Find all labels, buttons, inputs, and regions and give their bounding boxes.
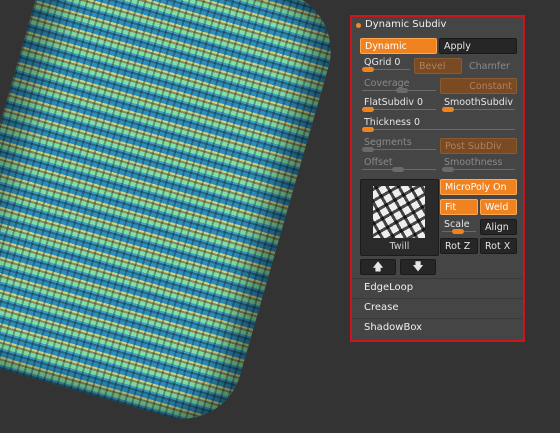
dynamic-button[interactable]: Dynamic <box>360 38 437 54</box>
qgrid-knob[interactable] <box>362 67 374 72</box>
panel-header[interactable]: Dynamic Subdiv <box>352 17 523 35</box>
offset-label: Offset <box>364 157 393 168</box>
chamfer-button[interactable]: Chamfer <box>464 58 517 74</box>
segments-knob[interactable] <box>362 147 374 152</box>
micropoly-on-button[interactable]: MicroPoly On <box>440 179 517 195</box>
section-shadowbox[interactable]: ShadowBox <box>352 319 523 337</box>
smoothsubdiv-label: SmoothSubdiv <box>444 97 514 108</box>
flatsubdiv-label: FlatSubdiv 0 <box>364 97 424 108</box>
arrow-up-button[interactable]: 🡅 <box>360 259 396 275</box>
post-subdiv-button[interactable]: Post SubDiv <box>440 138 517 154</box>
coverage-slider[interactable]: Coverage <box>360 78 438 94</box>
thickness-knob[interactable] <box>362 127 374 132</box>
section-shadowbox-label: ShadowBox <box>364 322 423 333</box>
smoothness-knob[interactable] <box>442 167 454 172</box>
dynamic-subdiv-panel: Dynamic Subdiv Dynamic Apply QGrid 0 Bev… <box>350 15 525 342</box>
constant-button[interactable]: Constant <box>440 78 517 94</box>
twill-pattern-image <box>373 186 425 238</box>
smoothsubdiv-knob[interactable] <box>442 107 454 112</box>
rot-z-button[interactable]: Rot Z <box>440 238 478 254</box>
flatsubdiv-slider[interactable]: FlatSubdiv 0 <box>360 97 438 113</box>
align-button[interactable]: Align <box>480 219 517 235</box>
pattern-name: Twill <box>389 241 410 252</box>
segments-slider[interactable]: Segments <box>360 137 438 153</box>
qgrid-slider[interactable]: QGrid 0 <box>360 57 412 73</box>
arrow-down-button[interactable]: 🡇 <box>400 259 436 275</box>
section-edgeloop[interactable]: EdgeLoop <box>352 279 523 297</box>
collapse-dot-icon <box>356 23 361 28</box>
apply-button[interactable]: Apply <box>439 38 517 54</box>
woven-mesh-cylinder[interactable] <box>0 0 345 433</box>
bevel-button[interactable]: Bevel <box>414 58 462 74</box>
offset-slider[interactable]: Offset <box>360 157 438 173</box>
smoothsubdiv-slider[interactable]: SmoothSubdiv <box>440 97 517 113</box>
section-crease-label: Crease <box>364 302 399 313</box>
flatsubdiv-knob[interactable] <box>362 107 374 112</box>
panel-title: Dynamic Subdiv <box>365 19 447 30</box>
pattern-thumbnail[interactable]: Twill <box>360 179 439 256</box>
thickness-track <box>362 129 515 130</box>
weld-button[interactable]: Weld <box>480 199 517 215</box>
section-edgeloop-label: EdgeLoop <box>364 282 414 293</box>
smoothness-slider[interactable]: Smoothness <box>440 157 517 173</box>
section-crease[interactable]: Crease <box>352 299 523 317</box>
coverage-knob[interactable] <box>396 88 408 93</box>
scale-slider[interactable]: Scale <box>440 219 478 235</box>
offset-knob[interactable] <box>392 167 404 172</box>
fit-button[interactable]: Fit <box>440 199 478 215</box>
scale-knob[interactable] <box>452 229 464 234</box>
rot-x-button[interactable]: Rot X <box>480 238 517 254</box>
thickness-slider[interactable]: Thickness 0 <box>360 117 517 133</box>
